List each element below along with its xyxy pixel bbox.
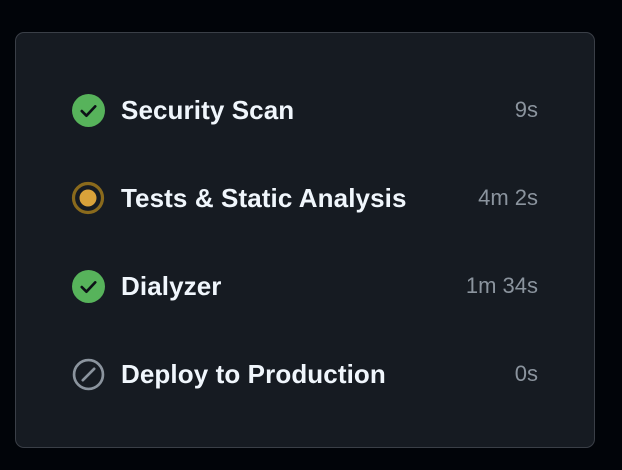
job-name: Tests & Static Analysis — [121, 182, 407, 213]
job-row-tests-static-analysis[interactable]: Tests & Static Analysis 4m 2s — [71, 176, 538, 220]
job-duration: 4m 2s — [478, 185, 538, 210]
skipped-icon — [71, 357, 105, 391]
job-duration: 9s — [514, 97, 538, 122]
job-name: Dialyzer — [121, 270, 222, 301]
job-duration: 1m 34s — [465, 273, 538, 298]
check-circle-icon — [71, 93, 105, 127]
check-circle-icon — [71, 269, 105, 303]
job-name: Deploy to Production — [121, 358, 386, 389]
workflow-jobs-panel: Security Scan 9s Tests & Static Analysis… — [15, 32, 595, 448]
job-row-security-scan[interactable]: Security Scan 9s — [71, 88, 538, 132]
in-progress-icon — [71, 181, 105, 215]
job-row-deploy-to-production[interactable]: Deploy to Production 0s — [71, 352, 538, 396]
job-name: Security Scan — [121, 94, 295, 125]
job-row-dialyzer[interactable]: Dialyzer 1m 34s — [71, 264, 538, 308]
job-duration: 0s — [514, 361, 538, 386]
